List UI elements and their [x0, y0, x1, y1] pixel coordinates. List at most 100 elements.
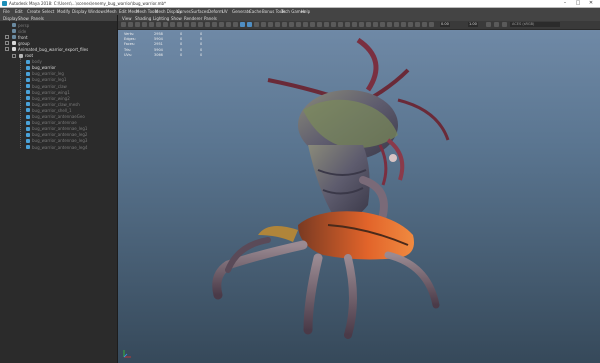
- viewport-tool-button-icon[interactable]: [401, 22, 406, 27]
- menu-edit[interactable]: Edit: [15, 9, 23, 14]
- viewport-tool-button-icon[interactable]: [289, 22, 294, 27]
- menu-mesh[interactable]: Mesh: [106, 9, 117, 14]
- menu-generate[interactable]: Generate: [232, 9, 251, 14]
- viewport-tool-button-icon[interactable]: [163, 22, 168, 27]
- outliner-item[interactable]: group: [0, 40, 117, 46]
- viewport-tool-button-icon[interactable]: [184, 22, 189, 27]
- expand-toggle-icon[interactable]: [5, 35, 9, 40]
- viewport-tool-button-icon[interactable]: [198, 22, 203, 27]
- viewport-tool-button-icon[interactable]: [366, 22, 371, 27]
- outliner-item[interactable]: side: [0, 28, 117, 34]
- menu-modify[interactable]: Modify: [57, 9, 70, 14]
- menu-create[interactable]: Create: [27, 9, 40, 14]
- outliner-item[interactable]: bug_warrior_claw_mesh: [0, 101, 117, 107]
- viewport-tool-button-icon[interactable]: [345, 22, 350, 27]
- outliner-item[interactable]: body: [0, 59, 117, 65]
- viewport-tool-button-icon[interactable]: [205, 22, 210, 27]
- viewport-tool-button-icon[interactable]: [429, 22, 434, 27]
- viewport-tool-button-icon[interactable]: [240, 22, 245, 27]
- menu-surfaces[interactable]: Surfaces: [191, 9, 208, 14]
- viewport-tool-button-icon[interactable]: [486, 22, 491, 27]
- outliner-item[interactable]: bug_warrior_wing1: [0, 89, 117, 95]
- expand-toggle-icon[interactable]: [5, 47, 9, 52]
- mesh-icon: [26, 84, 30, 88]
- viewport-tool-button-icon[interactable]: [380, 22, 385, 27]
- outliner-item[interactable]: bug_warrior_antennaeGeo: [0, 114, 117, 120]
- outliner-item[interactable]: bug_warrior_claw: [0, 83, 117, 89]
- expand-toggle-icon[interactable]: [12, 53, 16, 58]
- expand-toggle-icon[interactable]: [5, 41, 9, 46]
- viewport-tool-button-icon[interactable]: [121, 22, 126, 27]
- minimize-button[interactable]: –: [559, 0, 571, 7]
- menu-file[interactable]: File: [3, 9, 10, 14]
- near-clip-field[interactable]: 0.00: [440, 22, 450, 27]
- menu-cache[interactable]: Cache: [249, 9, 261, 14]
- viewport-tool-button-icon[interactable]: [352, 22, 357, 27]
- viewport-tool-button-icon[interactable]: [212, 22, 217, 27]
- viewport-tool-button-icon[interactable]: [303, 22, 308, 27]
- menu-display[interactable]: Display: [72, 9, 87, 14]
- menu-uv[interactable]: UV: [222, 9, 228, 14]
- outliner-menu-show[interactable]: Show: [18, 16, 29, 21]
- menu-deform[interactable]: Deform: [208, 9, 223, 14]
- outliner-item[interactable]: bug_warrior_antennae_leg1: [0, 126, 117, 132]
- viewport-tool-button-icon[interactable]: [373, 22, 378, 27]
- viewport-tool-button-icon[interactable]: [177, 22, 182, 27]
- viewport-tool-button-icon[interactable]: [226, 22, 231, 27]
- viewport-tool-button-icon[interactable]: [268, 22, 273, 27]
- color-space-dropdown[interactable]: ACES (sRGB): [510, 22, 560, 27]
- close-button[interactable]: ✕: [585, 0, 597, 7]
- menu-help[interactable]: Help: [301, 9, 310, 14]
- viewport-tool-button-icon[interactable]: [219, 22, 224, 27]
- viewport-tool-button-icon[interactable]: [324, 22, 329, 27]
- outliner-item[interactable]: bug_warrior_leg1: [0, 77, 117, 83]
- viewport-tool-button-icon[interactable]: [233, 22, 238, 27]
- outliner-menu-display[interactable]: Display: [3, 16, 18, 21]
- viewport-tool-button-icon[interactable]: [310, 22, 315, 27]
- viewport-tool-button-icon[interactable]: [317, 22, 322, 27]
- viewport-tool-button-icon[interactable]: [191, 22, 196, 27]
- viewport-tool-button-icon[interactable]: [422, 22, 427, 27]
- viewport-tool-button-icon[interactable]: [387, 22, 392, 27]
- viewport-tool-button-icon[interactable]: [156, 22, 161, 27]
- viewport-tool-button-icon[interactable]: [494, 22, 499, 27]
- outliner-item-label: bug_warrior: [32, 65, 56, 71]
- viewport-tool-button-icon[interactable]: [296, 22, 301, 27]
- maximize-button[interactable]: □: [572, 0, 584, 7]
- viewport-tool-button-icon[interactable]: [261, 22, 266, 27]
- outliner-item[interactable]: bug_warrior_antennae_leg4: [0, 144, 117, 150]
- viewport-tool-button-icon[interactable]: [408, 22, 413, 27]
- viewport-tool-button-icon[interactable]: [247, 22, 252, 27]
- outliner-item[interactable]: bug_warrior_antennae_leg3: [0, 138, 117, 144]
- viewport-tool-button-icon[interactable]: [415, 22, 420, 27]
- outliner-item[interactable]: bug_warrior_antennae: [0, 120, 117, 126]
- outliner-item[interactable]: bug_warrior: [0, 65, 117, 71]
- viewport-tool-button-icon[interactable]: [331, 22, 336, 27]
- viewport-tool-button-icon[interactable]: [149, 22, 154, 27]
- viewport-tool-button-icon[interactable]: [282, 22, 287, 27]
- outliner-menu-panels[interactable]: Panels: [31, 16, 44, 21]
- menu-windows[interactable]: Windows: [88, 9, 106, 14]
- viewport-tool-button-icon[interactable]: [170, 22, 175, 27]
- outliner-item[interactable]: Animated_bug_warrior_export_files: [0, 46, 117, 52]
- viewport-tool-button-icon[interactable]: [275, 22, 280, 27]
- outliner-item[interactable]: root: [0, 53, 117, 59]
- outliner-item[interactable]: bug_warrior_shell_1: [0, 107, 117, 113]
- outliner-item[interactable]: front: [0, 34, 117, 40]
- viewport-tool-button-icon[interactable]: [142, 22, 147, 27]
- menu-curves[interactable]: Curves: [177, 9, 191, 14]
- outliner-item[interactable]: persp: [0, 22, 117, 28]
- viewport-tool-button-icon[interactable]: [502, 22, 507, 27]
- outliner-item[interactable]: bug_warrior_leg: [0, 71, 117, 77]
- viewport-tool-button-icon[interactable]: [359, 22, 364, 27]
- far-clip-field[interactable]: 1.00: [468, 22, 478, 27]
- viewport-tool-button-icon[interactable]: [128, 22, 133, 27]
- outliner-item[interactable]: bug_warrior_antennae_leg2: [0, 132, 117, 138]
- viewport-tool-button-icon[interactable]: [135, 22, 140, 27]
- viewport-tool-button-icon[interactable]: [338, 22, 343, 27]
- outliner-item[interactable]: bug_warrior_wing2: [0, 95, 117, 101]
- menu-select[interactable]: Select: [42, 9, 54, 14]
- viewport-tool-button-icon[interactable]: [254, 22, 259, 27]
- viewport-tool-button-icon[interactable]: [394, 22, 399, 27]
- 3d-viewport[interactable]: Verts: 2958 0 0 Edges: 5904 0 0 Faces: 2951 0 0 Tris…: [118, 30, 600, 363]
